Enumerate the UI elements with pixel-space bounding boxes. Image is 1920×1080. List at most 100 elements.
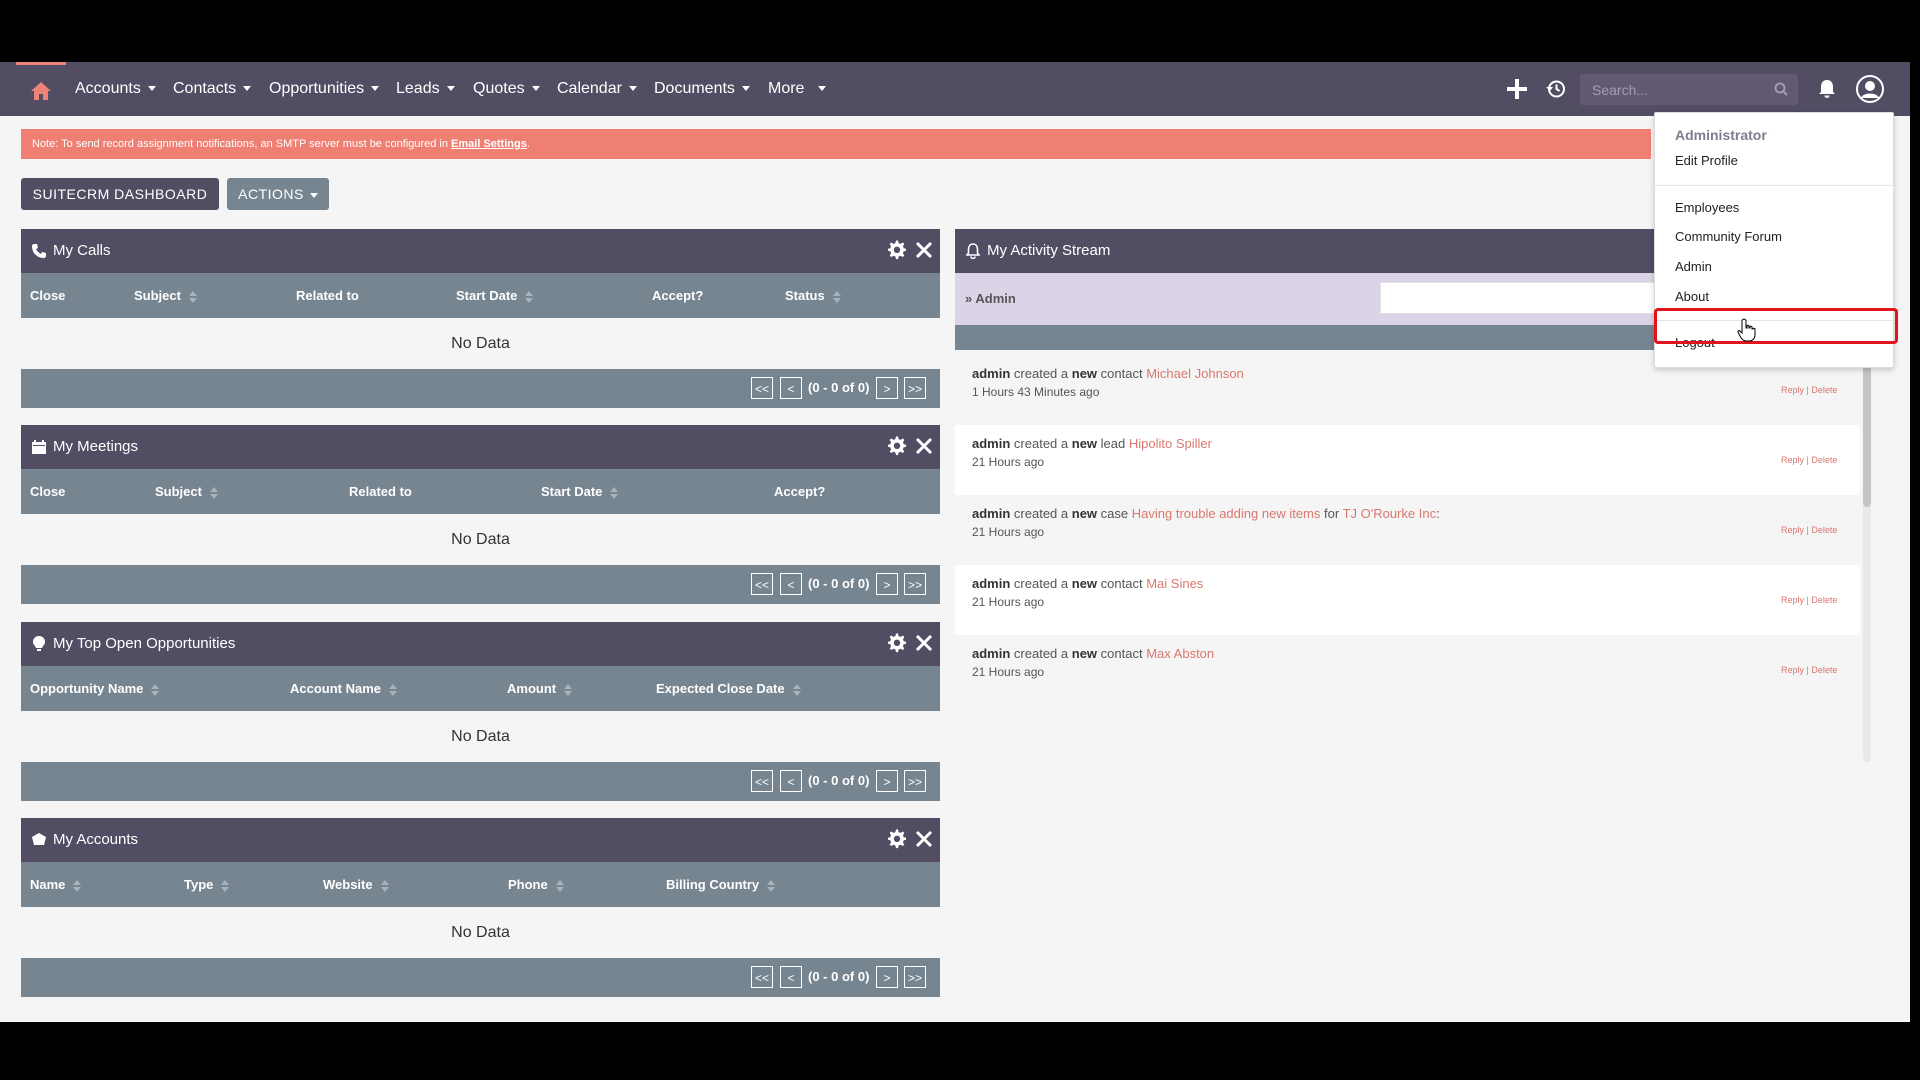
create-button[interactable] <box>1505 77 1529 101</box>
column-phone[interactable]: Phone <box>508 862 564 907</box>
bell-icon <box>1819 80 1835 98</box>
notifications-button[interactable] <box>1815 77 1839 101</box>
dashlet-header: My Calls <box>21 229 940 273</box>
gear-icon[interactable] <box>887 633 907 653</box>
email-settings-link[interactable]: Email Settings <box>451 138 527 150</box>
activity-time: 21 Hours ago <box>972 595 1045 609</box>
column-billing-country[interactable]: Billing Country <box>666 862 776 907</box>
nav-contacts[interactable]: Contacts <box>173 62 252 116</box>
column-account-name[interactable]: Account Name <box>290 666 398 711</box>
column-expected-close-date[interactable]: Expected Close Date <box>656 666 801 711</box>
first-page-button[interactable]: << <box>751 966 774 988</box>
next-page-button[interactable]: > <box>876 966 898 988</box>
nav-leads[interactable]: Leads <box>396 62 455 116</box>
menu-item-community-forum[interactable]: Community Forum <box>1675 229 1782 244</box>
next-page-button[interactable]: > <box>876 573 898 595</box>
close-icon[interactable] <box>914 633 934 653</box>
sort-icon <box>792 683 801 697</box>
column-type[interactable]: Type <box>184 862 230 907</box>
close-icon[interactable] <box>914 436 934 456</box>
dashlet-my-calls: My Calls Close Subject Related to Start … <box>21 229 940 408</box>
last-page-button[interactable]: >> <box>904 966 927 988</box>
sort-icon <box>188 290 197 304</box>
delete-link[interactable]: Delete <box>1811 595 1837 605</box>
column-opportunity-name[interactable]: Opportunity Name <box>30 666 160 711</box>
gear-icon[interactable] <box>887 240 907 260</box>
column-start-date[interactable]: Start Date <box>456 273 534 318</box>
reply-link[interactable]: Reply <box>1781 595 1804 605</box>
activity-record-link[interactable]: Mai Sines <box>1146 576 1203 591</box>
delete-link[interactable]: Delete <box>1811 525 1837 535</box>
column-start-date[interactable]: Start Date <box>541 469 619 514</box>
last-page-button[interactable]: >> <box>904 573 927 595</box>
column-name[interactable]: Name <box>30 862 82 907</box>
gear-icon[interactable] <box>887 436 907 456</box>
activity-related-link[interactable]: TJ O'Rourke Inc <box>1343 506 1437 521</box>
user-menu-button[interactable] <box>1855 74 1885 104</box>
dashlet-my-top-open-opportunities: My Top Open Opportunities Opportunity Na… <box>21 622 940 801</box>
first-page-button[interactable]: << <box>751 377 774 399</box>
admin-highlight-box <box>1654 308 1898 344</box>
activity-record-link[interactable]: Max Abston <box>1146 646 1214 661</box>
search-icon[interactable] <box>1774 82 1788 96</box>
activity-record-link[interactable]: Having trouble adding new items <box>1132 506 1321 521</box>
actions-button[interactable]: ACTIONS <box>227 178 329 210</box>
column-website[interactable]: Website <box>323 862 389 907</box>
gear-icon[interactable] <box>887 829 907 849</box>
dashlet-header: My Accounts <box>21 818 940 862</box>
column-subject[interactable]: Subject <box>134 273 197 318</box>
close-icon[interactable] <box>914 240 934 260</box>
menu-divider <box>1655 185 1893 186</box>
home-icon <box>31 81 51 100</box>
smtp-notice-bar: Note: To send record assignment notifica… <box>21 129 1651 159</box>
last-page-button[interactable]: >> <box>904 770 927 792</box>
nav-opportunities[interactable]: Opportunities <box>269 62 380 116</box>
next-page-button[interactable]: > <box>876 770 898 792</box>
delete-link[interactable]: Delete <box>1811 665 1837 675</box>
first-page-button[interactable]: << <box>751 573 774 595</box>
nav-quotes[interactable]: Quotes <box>473 62 540 116</box>
column-status[interactable]: Status <box>785 273 841 318</box>
hand-pointer-icon <box>1737 318 1757 342</box>
reply-link[interactable]: Reply <box>1781 665 1804 675</box>
pagination-info: (0 - 0 of 0) <box>808 380 870 395</box>
menu-item-edit-profile[interactable]: Edit Profile <box>1675 153 1738 168</box>
pagination-bar: << < (0 - 0 of 0) > >> <box>21 565 940 604</box>
reply-link[interactable]: Reply <box>1781 525 1804 535</box>
prev-page-button[interactable]: < <box>780 966 802 988</box>
column-accept: Accept? <box>774 484 826 499</box>
reply-link[interactable]: Reply <box>1781 385 1804 395</box>
menu-item-admin[interactable]: Admin <box>1675 259 1712 274</box>
reply-link[interactable]: Reply <box>1781 455 1804 465</box>
last-page-button[interactable]: >> <box>904 377 927 399</box>
pagination-info: (0 - 0 of 0) <box>808 969 870 984</box>
activity-time: 1 Hours 43 Minutes ago <box>972 385 1100 399</box>
activity-record-link[interactable]: Hipolito Spiller <box>1129 436 1212 451</box>
column-close: Close <box>30 288 66 303</box>
column-amount[interactable]: Amount <box>507 666 573 711</box>
activity-scrollbar[interactable] <box>1863 357 1871 762</box>
column-subject[interactable]: Subject <box>155 469 218 514</box>
first-page-button[interactable]: << <box>751 770 774 792</box>
nav-accounts[interactable]: Accounts <box>75 62 156 116</box>
prev-page-button[interactable]: < <box>780 377 802 399</box>
delete-link[interactable]: Delete <box>1811 385 1837 395</box>
prev-page-button[interactable]: < <box>780 573 802 595</box>
activity-user-toggle[interactable]: » Admin <box>965 273 1016 325</box>
activity-record-link[interactable]: Michael Johnson <box>1146 366 1244 381</box>
prev-page-button[interactable]: < <box>780 770 802 792</box>
nav-documents[interactable]: Documents <box>654 62 750 116</box>
delete-link[interactable]: Delete <box>1811 455 1837 465</box>
chevron-down-icon <box>147 86 156 92</box>
home-button[interactable] <box>16 62 66 116</box>
close-icon[interactable] <box>914 829 934 849</box>
nav-calendar[interactable]: Calendar <box>557 62 637 116</box>
next-page-button[interactable]: > <box>876 377 898 399</box>
scrollbar-thumb[interactable] <box>1863 357 1871 507</box>
menu-item-about[interactable]: About <box>1675 289 1709 304</box>
recently-viewed-button[interactable] <box>1544 77 1568 101</box>
nav-more[interactable]: More <box>768 62 827 116</box>
search-input[interactable] <box>1590 80 1774 100</box>
dashboard-tab-button[interactable]: SUITECRM DASHBOARD <box>21 178 219 210</box>
menu-item-employees[interactable]: Employees <box>1675 200 1739 215</box>
